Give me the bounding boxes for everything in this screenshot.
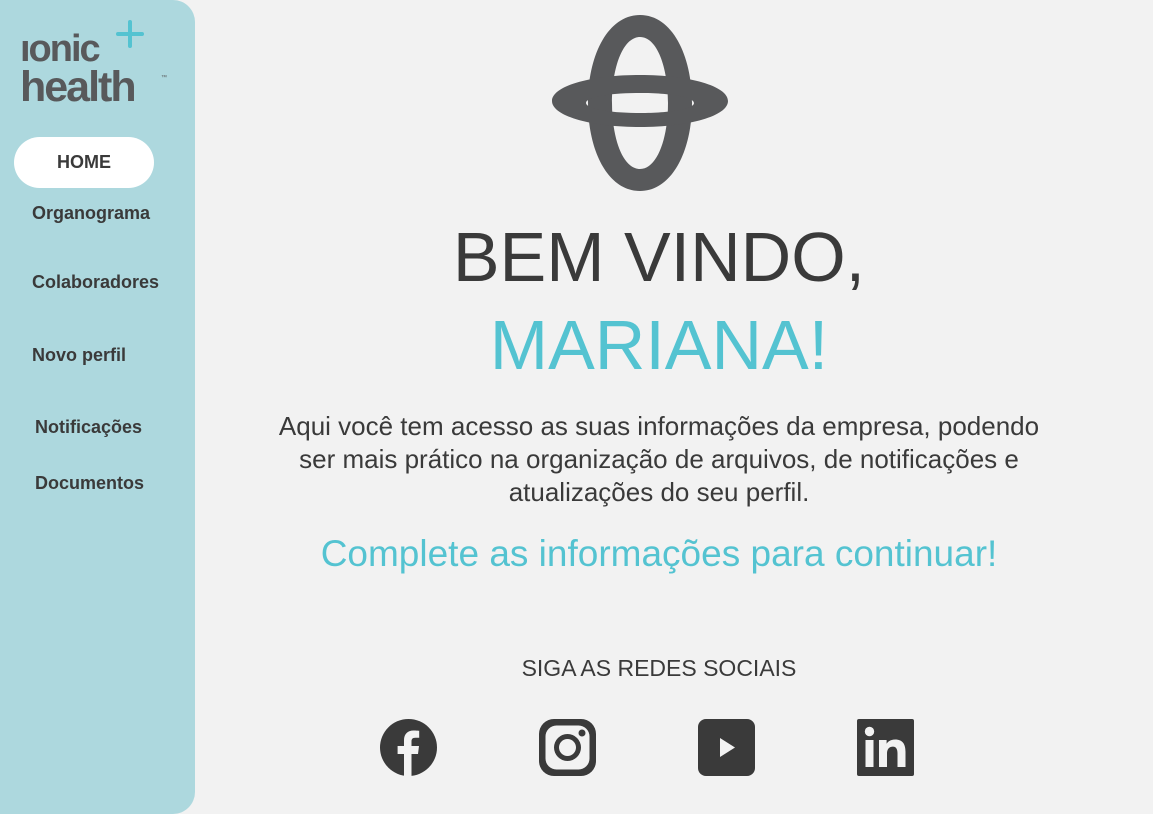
sidebar-item-colaboradores[interactable]: Colaboradores [32, 272, 159, 293]
sidebar-item-home[interactable]: HOME [14, 137, 154, 188]
welcome-heading: BEM VINDO, [452, 218, 866, 296]
instagram-icon[interactable] [539, 719, 596, 776]
sidebar-item-documentos[interactable]: Documentos [35, 473, 144, 494]
ionic-health-logo[interactable]: ıonic health ™ [20, 20, 180, 110]
main-content: BEM VINDO, MARIANA! Aqui você tem acesso… [195, 0, 1153, 814]
description-text: Aqui você tem acesso as suas informações… [195, 410, 1123, 509]
description-line: Aqui você tem acesso as suas informações… [278, 411, 1040, 441]
description-line: ser mais prático na organização de arqui… [299, 444, 1019, 474]
logo-trademark: ™ [161, 75, 167, 81]
linkedin-icon[interactable] [857, 719, 914, 776]
sidebar-item-organograma[interactable]: Organograma [32, 203, 150, 224]
logo-word-health: health [20, 63, 137, 111]
sidebar-item-notificacoes[interactable]: Notificações [35, 417, 142, 438]
youtube-icon[interactable] [698, 719, 755, 776]
description-line: atualizações do seu perfil. [508, 477, 810, 507]
ionic-health-emblem-icon [552, 15, 728, 191]
user-name-heading: MARIANA! [489, 306, 829, 384]
social-title: SIGA AS REDES SOCIAIS [521, 655, 797, 681]
sidebar: ıonic health ™ HOME Organograma Colabora… [0, 0, 195, 814]
logo-plus-icon [116, 20, 144, 48]
facebook-icon[interactable] [380, 719, 437, 776]
complete-info-link[interactable]: Complete as informações para continuar! [195, 533, 1123, 575]
sidebar-item-novo-perfil[interactable]: Novo perfil [32, 345, 126, 366]
